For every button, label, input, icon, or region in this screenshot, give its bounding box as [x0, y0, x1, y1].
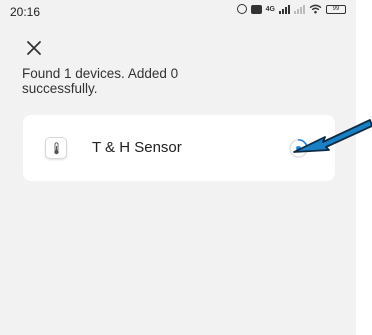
device-card[interactable]: T & H Sensor — [23, 115, 335, 181]
status-icons: 4G 99 — [236, 4, 346, 14]
app-screen: 20:16 4G 99 Found 1 devices. Added 0 suc… — [0, 0, 356, 335]
thermometer-icon — [54, 142, 59, 155]
cell-signal-icon — [279, 4, 290, 14]
cell-signal-2-icon — [294, 4, 305, 14]
annotation-arrow-icon — [293, 119, 372, 153]
close-button[interactable] — [24, 38, 44, 58]
device-name: T & H Sensor — [92, 139, 182, 156]
battery-icon: 99 — [326, 4, 346, 14]
wifi-icon — [309, 4, 322, 14]
status-bar: 20:16 4G 99 — [0, 0, 356, 22]
device-thumbnail — [45, 137, 67, 159]
status-time: 20:16 — [10, 5, 41, 19]
close-icon — [27, 41, 41, 55]
devices-found-summary: Found 1 devices. Added 0 successfully. — [22, 66, 179, 96]
notification-icon — [250, 4, 262, 14]
network-type-label: 4G — [265, 5, 275, 13]
alarm-icon — [236, 4, 247, 14]
